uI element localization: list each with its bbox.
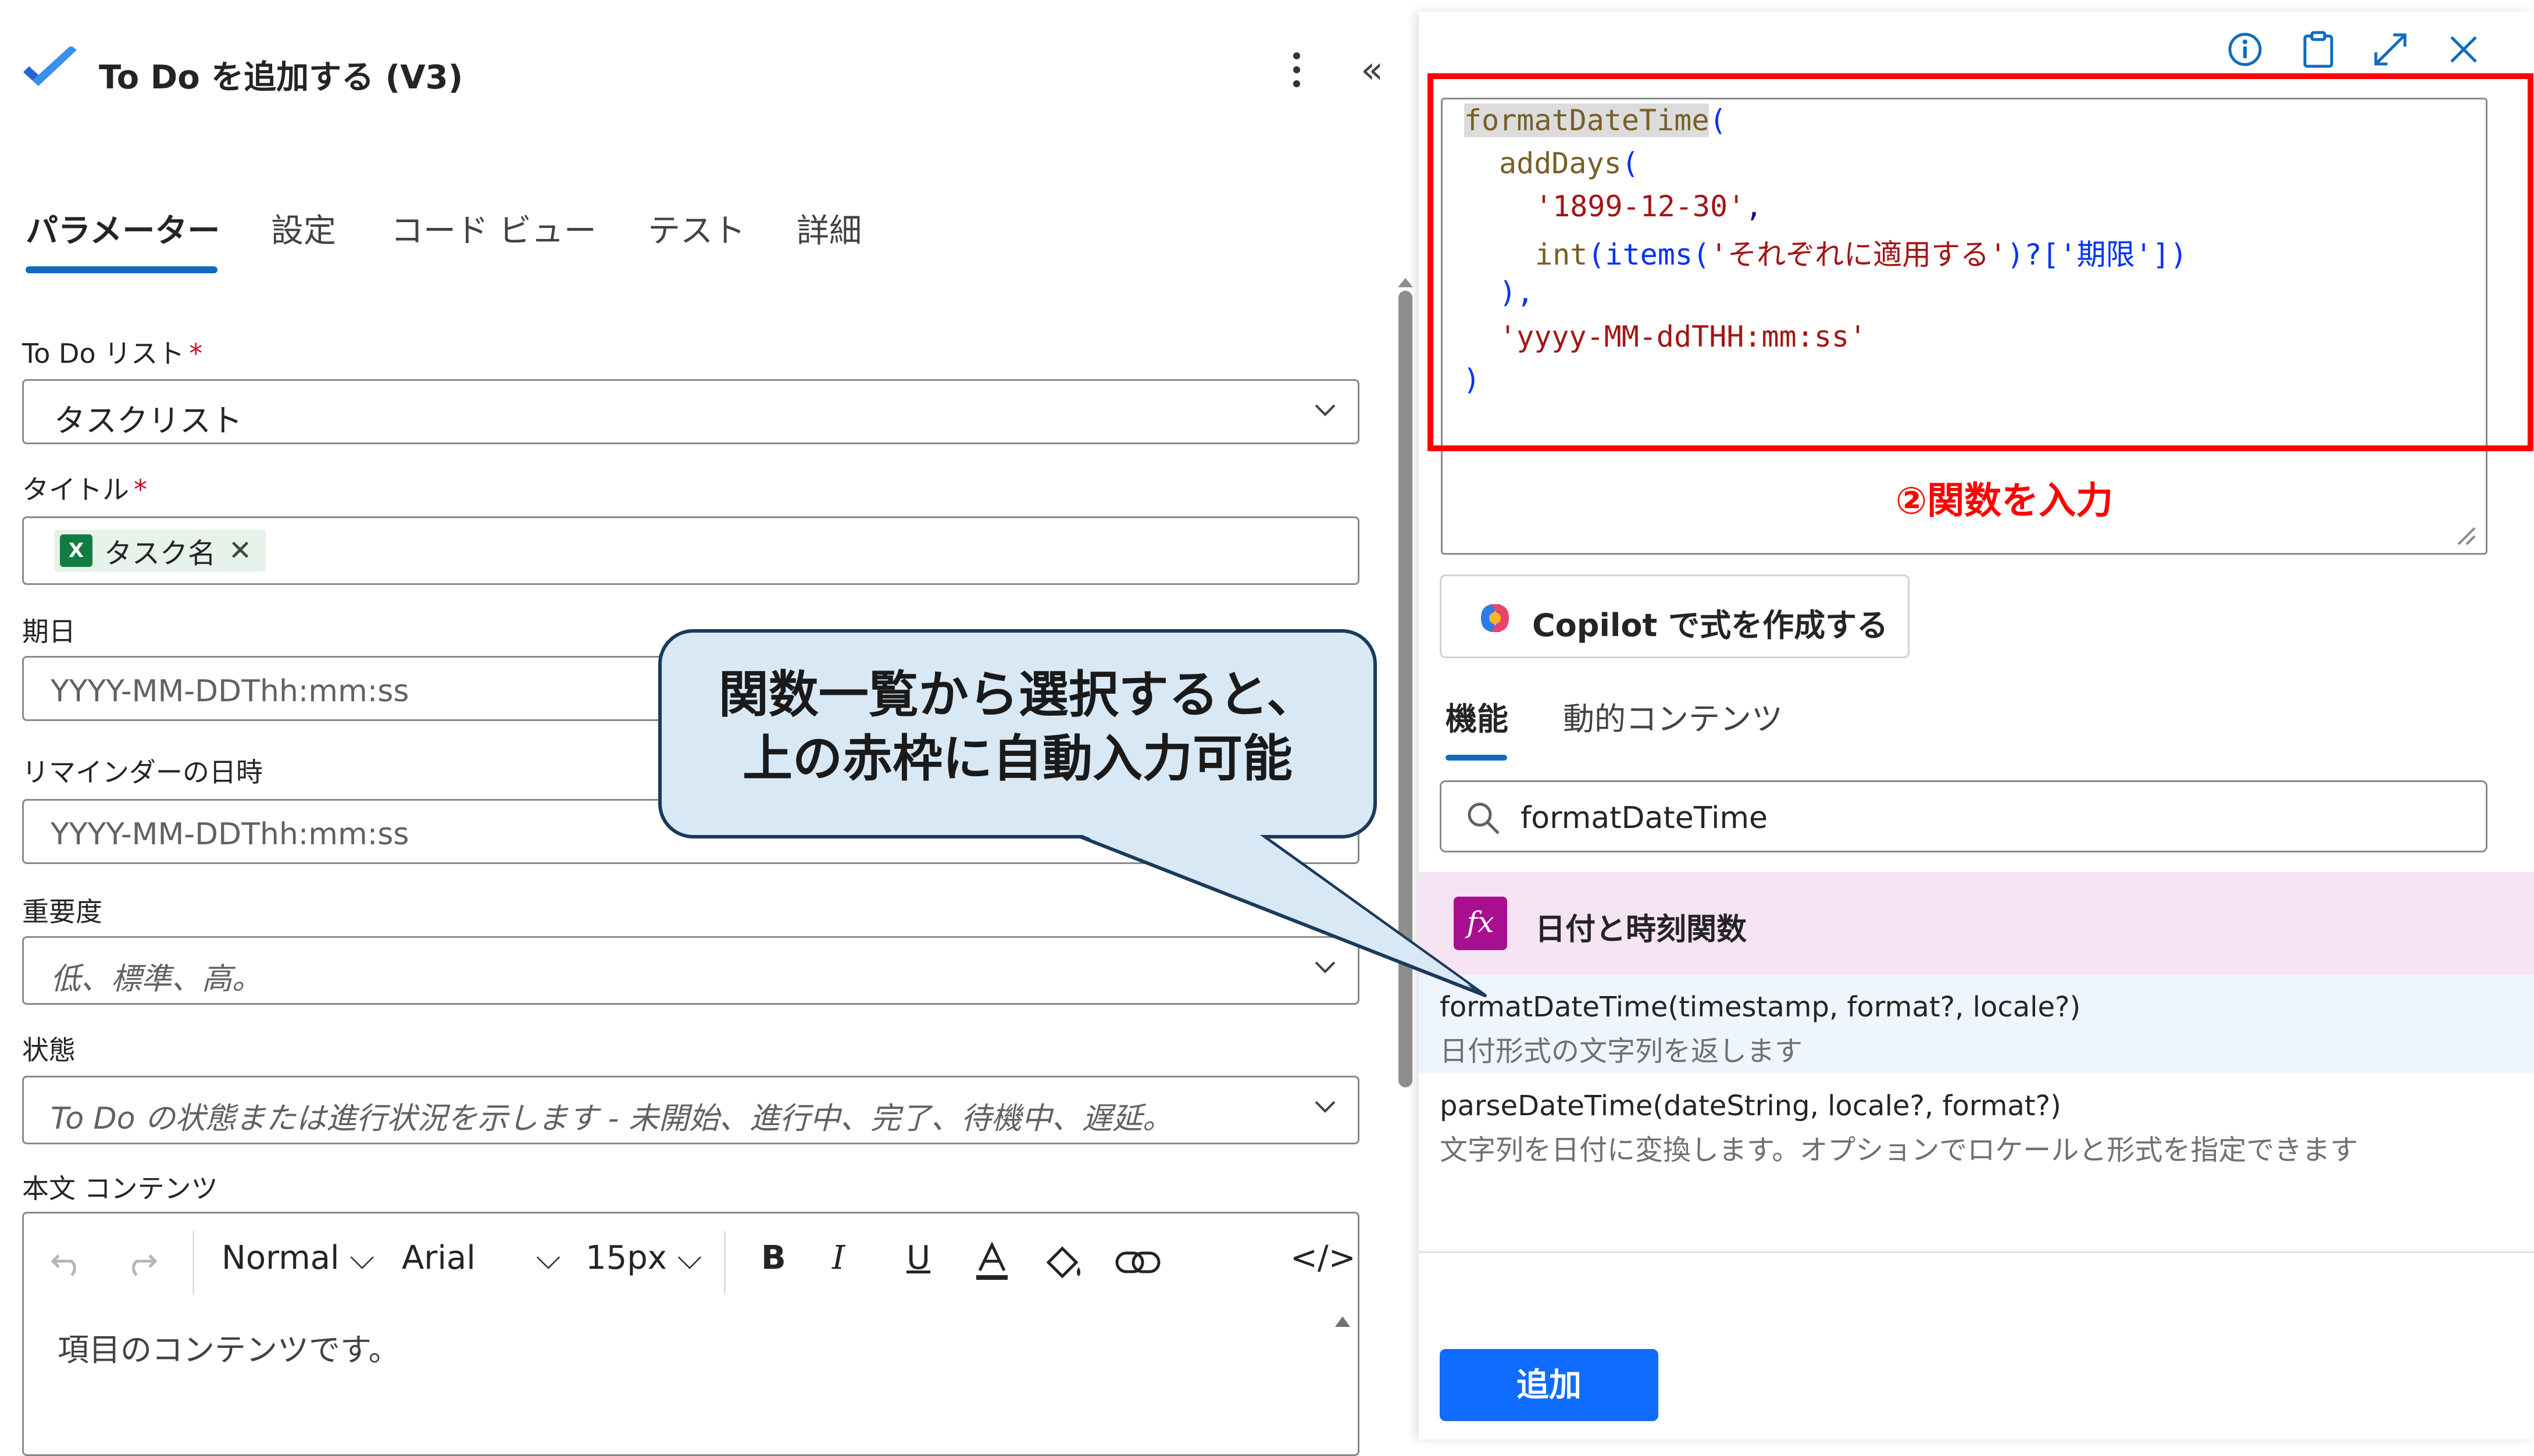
add-button[interactable]: 追加	[1440, 1349, 1658, 1421]
status-placeholder: To Do の状態または進行状況を示します - 未開始、進行中、完了、待機中、遅…	[51, 1101, 1173, 1136]
close-icon[interactable]: ✕	[229, 534, 252, 567]
code-view-button[interactable]: </>	[1290, 1239, 1356, 1277]
callout-text: 関数一覧から選択すると、 上の赤枠に自動入力可能	[674, 663, 1361, 791]
due-placeholder: YYYY-MM-DDThh:mm:ss	[51, 674, 409, 709]
collapse-chevrons-icon[interactable]: «	[1361, 50, 1383, 91]
style-select[interactable]: Normal ⌵	[222, 1239, 374, 1277]
toolbar-separator	[724, 1231, 726, 1295]
todo-list-label: To Do リスト *	[22, 338, 203, 369]
action-title: To Do を追加する (V3)	[99, 59, 463, 97]
callout-line-2: 上の赤枠に自動入力可能	[743, 730, 1293, 788]
title-label: タイトル *	[22, 474, 147, 505]
todo-list-dropdown[interactable]: タスクリスト	[22, 379, 1359, 444]
toolbar-separator	[192, 1231, 194, 1295]
title-field[interactable]: X タスク名 ✕	[22, 516, 1359, 585]
function-signature: parseDateTime(dateString, locale?, forma…	[1440, 1090, 2061, 1122]
scroll-up-arrow[interactable]	[1398, 278, 1413, 287]
italic-button[interactable]: I	[832, 1239, 845, 1277]
active-tab-indicator	[26, 266, 217, 273]
divider	[1419, 1251, 2534, 1253]
tab-parameters[interactable]: パラメーター	[26, 205, 220, 252]
function-item[interactable]: formatDateTime(timestamp, format?, local…	[1419, 975, 2534, 1073]
token-label: タスク名	[104, 537, 216, 570]
undo-icon[interactable]	[48, 1243, 85, 1280]
body-label: 本文 コンテンツ	[22, 1173, 218, 1204]
text-color-icon[interactable]	[972, 1241, 1012, 1282]
copilot-label: Copilot で式を作成する	[1532, 607, 1889, 644]
font-select[interactable]: Arial ⌵	[402, 1239, 561, 1277]
tab-code-view[interactable]: コード ビュー	[391, 205, 597, 252]
function-search-input[interactable]: formatDateTime	[1440, 780, 2487, 852]
resize-handle-icon[interactable]	[2454, 523, 2477, 547]
editor-scroll-up-arrow[interactable]	[1335, 1316, 1350, 1327]
todo-check-icon	[23, 47, 77, 86]
size-select[interactable]: 15px ⌵	[586, 1239, 702, 1277]
chevron-down-icon: ⌵	[677, 1239, 702, 1277]
chevron-down-icon: ⌵	[349, 1239, 374, 1277]
status-label: 状態	[22, 1034, 76, 1066]
underline-button[interactable]: U	[906, 1239, 930, 1277]
chevron-down-icon	[1315, 404, 1336, 416]
more-vertical-icon[interactable]	[1279, 52, 1314, 93]
fx-icon: fx	[1454, 897, 1507, 950]
search-icon	[1468, 802, 1500, 834]
annotation-red-label: ②関数を入力	[1896, 480, 2114, 523]
importance-dropdown[interactable]: 低、標準、高。	[22, 936, 1359, 1005]
reminder-label: リマインダーの日時	[22, 756, 263, 788]
clipboard-icon[interactable]	[2298, 29, 2339, 70]
chevron-down-icon	[1315, 1101, 1336, 1113]
function-category[interactable]: fx 日付と時刻関数	[1419, 872, 2534, 975]
active-right-tab-indicator	[1446, 755, 1507, 761]
tab-settings[interactable]: 設定	[271, 205, 336, 252]
rich-text-editor[interactable]: Normal ⌵ Arial ⌵ 15px ⌵ B I U </> 項目のコンテン…	[22, 1212, 1359, 1456]
importance-label: 重要度	[22, 896, 102, 927]
expand-icon[interactable]	[2370, 29, 2411, 70]
close-icon[interactable]	[2443, 29, 2484, 70]
search-value: formatDateTime	[1521, 801, 1768, 836]
function-signature: formatDateTime(timestamp, format?, local…	[1440, 991, 2081, 1023]
redo-icon[interactable]	[123, 1243, 160, 1280]
todo-list-value: タスクリスト	[54, 402, 242, 439]
tab-dynamic-content[interactable]: 動的コンテンツ	[1563, 693, 1783, 739]
importance-placeholder: 低、標準、高。	[51, 962, 263, 997]
scrollbar[interactable]	[1398, 291, 1412, 1087]
chevron-down-icon	[1315, 961, 1336, 973]
tab-functions[interactable]: 機能	[1446, 693, 1508, 739]
due-label: 期日	[22, 616, 76, 647]
tab-test[interactable]: テスト	[648, 205, 745, 252]
bold-button[interactable]: B	[761, 1239, 786, 1277]
copilot-icon	[1481, 604, 1509, 632]
category-label: 日付と時刻関数	[1535, 912, 1747, 947]
callout-line-1: 関数一覧から選択すると、	[718, 666, 1317, 724]
function-description: 日付形式の文字列を返します	[1440, 1035, 1803, 1068]
function-item[interactable]: parseDateTime(dateString, locale?, forma…	[1419, 1073, 2534, 1172]
link-icon[interactable]	[1115, 1246, 1161, 1279]
function-description: 文字列を日付に変換します。オプションでロケールと形式を指定できます	[1440, 1134, 2358, 1166]
reminder-placeholder: YYYY-MM-DDThh:mm:ss	[51, 817, 409, 852]
dynamic-content-token[interactable]: X タスク名 ✕	[54, 530, 266, 572]
annotation-red-frame	[1427, 73, 2533, 451]
info-icon[interactable]	[2225, 29, 2265, 70]
body-content[interactable]: 項目のコンテンツです。	[58, 1324, 400, 1370]
excel-icon: X	[60, 534, 92, 567]
chevron-down-icon: ⌵	[536, 1239, 561, 1277]
status-dropdown[interactable]: To Do の状態または進行状況を示します - 未開始、進行中、完了、待機中、遅…	[22, 1076, 1359, 1144]
copilot-button[interactable]: Copilot で式を作成する	[1440, 574, 1910, 658]
tab-details[interactable]: 詳細	[797, 205, 862, 252]
fill-color-icon[interactable]	[1043, 1241, 1087, 1282]
